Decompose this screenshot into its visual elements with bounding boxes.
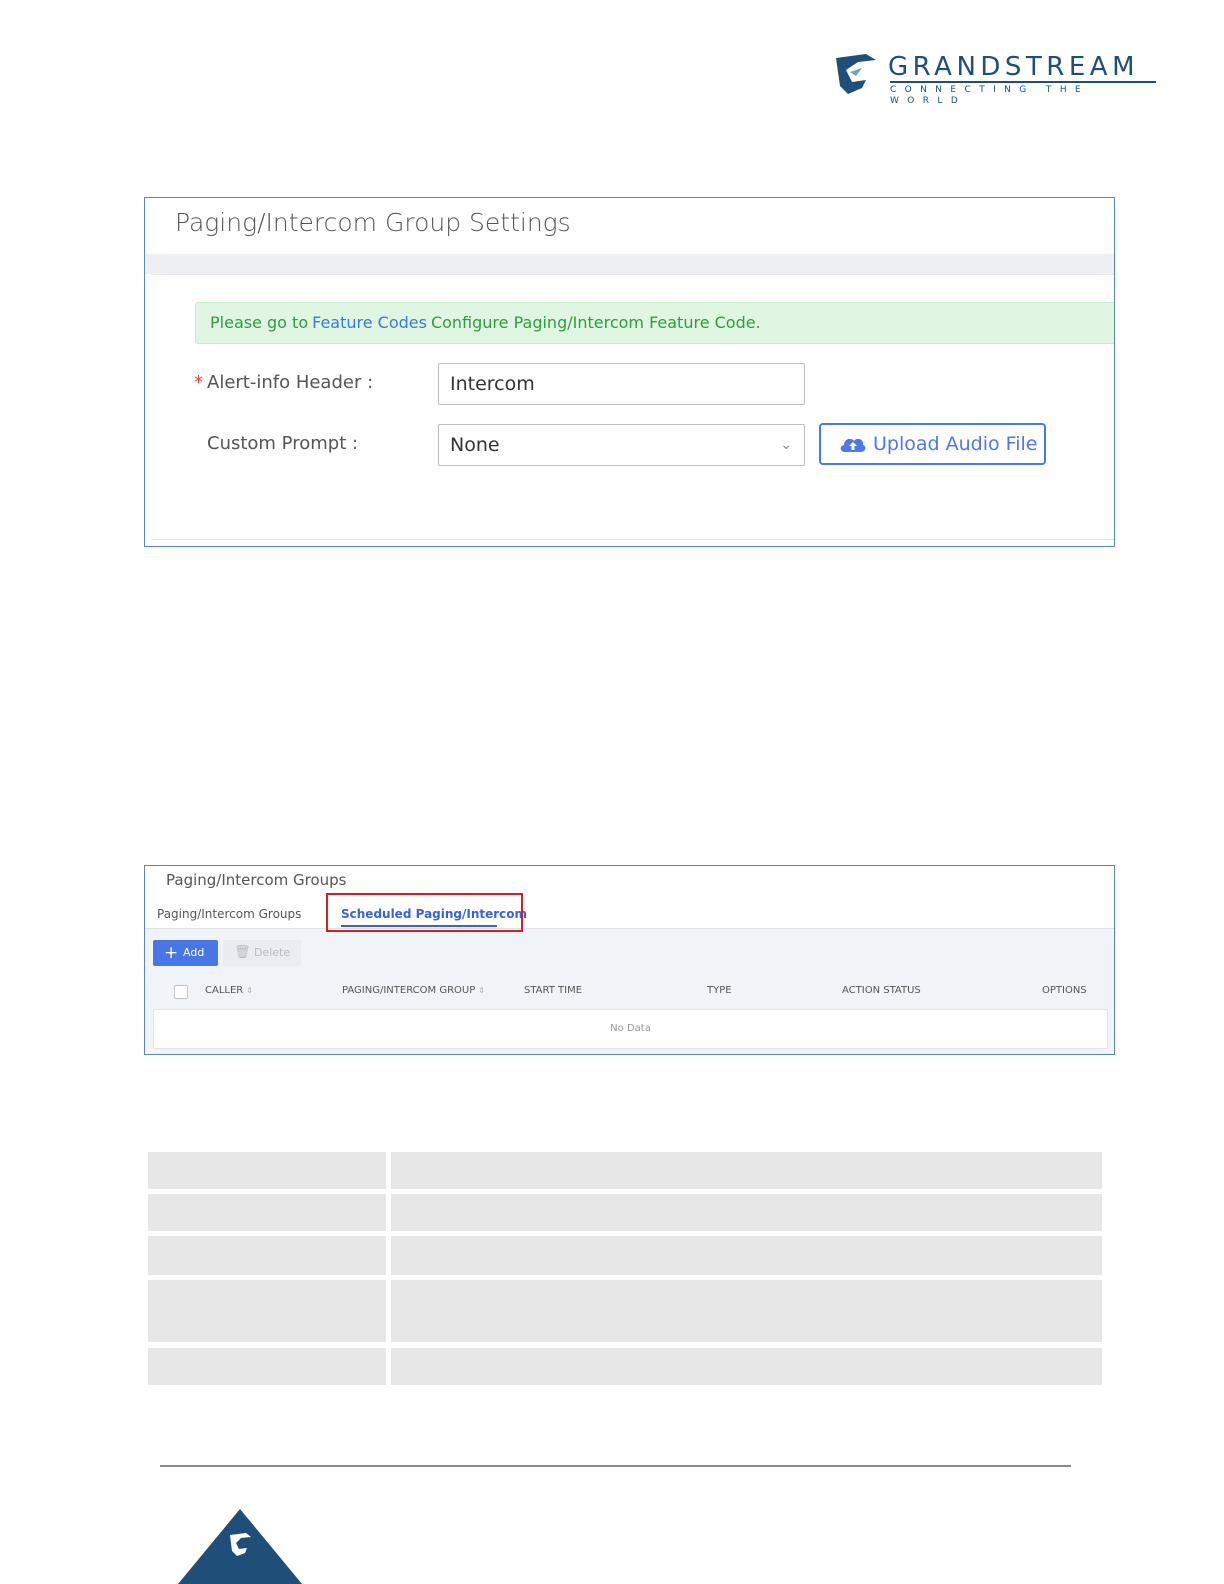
grandstream-logo-mark-icon bbox=[836, 54, 876, 94]
upload-audio-label: Upload Audio File bbox=[873, 433, 1038, 455]
logo-tagline: CONNECTING THE WORLD bbox=[890, 85, 1090, 106]
table-cell bbox=[148, 1280, 386, 1342]
settings-panel: Paging/Intercom Group Settings Please go… bbox=[144, 197, 1115, 547]
select-all-checkbox[interactable] bbox=[174, 985, 188, 999]
column-start-time: START TIME bbox=[524, 985, 583, 996]
sort-icon: ⇕ bbox=[478, 986, 485, 995]
table-cell bbox=[391, 1348, 1102, 1385]
alert-info-label: * Alert-info Header : bbox=[194, 372, 373, 394]
footer-rule bbox=[160, 1465, 1071, 1467]
table-cell bbox=[391, 1194, 1102, 1231]
column-caller[interactable]: CALLER ⇕ bbox=[205, 985, 253, 997]
empty-table: No Data bbox=[153, 1009, 1108, 1049]
trash-icon: 🗑 bbox=[234, 945, 251, 960]
add-button[interactable]: + Add bbox=[153, 940, 218, 966]
table-cell bbox=[148, 1152, 386, 1189]
feature-codes-link[interactable]: Feature Codes bbox=[312, 313, 427, 332]
notice-prefix: Please go to bbox=[210, 313, 309, 332]
sort-icon: ⇕ bbox=[246, 986, 253, 995]
custom-prompt-value: None bbox=[450, 434, 500, 456]
table-cell bbox=[391, 1152, 1102, 1189]
table-cell bbox=[148, 1348, 386, 1385]
table-cell bbox=[148, 1194, 386, 1231]
settings-title: Paging/Intercom Group Settings bbox=[175, 208, 571, 237]
required-mark: * bbox=[194, 372, 203, 393]
column-caller-label: CALLER bbox=[205, 985, 244, 996]
tab-paging-intercom-groups[interactable]: Paging/Intercom Groups bbox=[157, 906, 301, 922]
add-label: Add bbox=[183, 946, 205, 959]
alert-info-input[interactable]: Intercom bbox=[438, 363, 805, 405]
grandstream-logo: GRANDSTREAM CONNECTING THE WORLD bbox=[832, 52, 1162, 106]
grandstream-footer-icon bbox=[178, 1509, 302, 1584]
table-cell bbox=[391, 1236, 1102, 1275]
plus-icon: + bbox=[164, 943, 179, 963]
settings-header-band bbox=[145, 254, 1114, 274]
column-action-status: ACTION STATUS bbox=[842, 985, 921, 996]
table-cell bbox=[391, 1280, 1102, 1342]
logo-rule bbox=[890, 81, 1156, 83]
cloud-upload-icon bbox=[840, 438, 866, 452]
column-type: TYPE bbox=[707, 985, 732, 996]
groups-panel: Paging/Intercom Groups Paging/Intercom G… bbox=[144, 865, 1115, 1055]
table-cell bbox=[148, 1236, 386, 1275]
chevron-down-icon: ⌄ bbox=[780, 437, 792, 453]
no-data-text: No Data bbox=[610, 1023, 651, 1034]
delete-button[interactable]: 🗑 Delete bbox=[223, 940, 301, 966]
custom-prompt-select[interactable]: None ⌄ bbox=[438, 424, 805, 466]
notice-suffix: Configure Paging/Intercom Feature Code. bbox=[430, 313, 761, 332]
feature-code-notice: Please go to Feature Codes Configure Pagin… bbox=[195, 302, 1114, 344]
custom-prompt-label: Custom Prompt : bbox=[207, 433, 359, 454]
upload-audio-button[interactable]: Upload Audio File bbox=[819, 423, 1046, 465]
highlight-box bbox=[326, 893, 523, 932]
column-options: OPTIONS bbox=[1042, 985, 1087, 996]
groups-title: Paging/Intercom Groups bbox=[166, 871, 347, 889]
logo-wordmark: GRANDSTREAM bbox=[888, 52, 1140, 82]
delete-label: Delete bbox=[254, 946, 291, 959]
column-group-label: PAGING/INTERCOM GROUP bbox=[342, 985, 476, 996]
alert-info-label-text: Alert-info Header : bbox=[207, 372, 374, 393]
column-group[interactable]: PAGING/INTERCOM GROUP ⇕ bbox=[342, 985, 485, 997]
